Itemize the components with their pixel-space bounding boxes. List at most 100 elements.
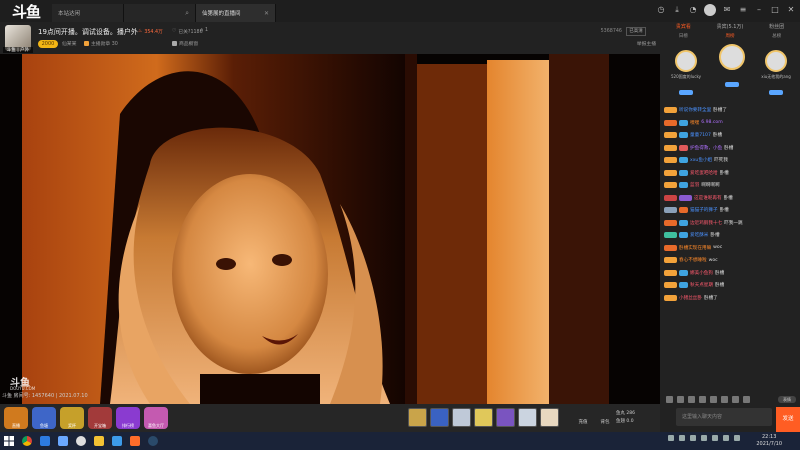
video-player[interactable]: 斗鱼 DOUYU.COM [0, 54, 660, 404]
tab-vip-count[interactable]: 贵宾(5.1万) [707, 22, 754, 32]
chat-username[interactable]: 蓝羽 [690, 182, 699, 188]
activity-item[interactable]: 鱼塘 [32, 407, 56, 429]
tab-daily[interactable]: 日榜 [660, 32, 707, 42]
chat-username[interactable]: 嘿嘿 [690, 120, 699, 126]
tray-icon[interactable] [679, 435, 685, 441]
quality-select[interactable]: 已高清 [626, 27, 646, 36]
avatar [719, 44, 745, 70]
chat-input[interactable]: 这里输入聊天内容 [676, 408, 772, 426]
chat-username[interactable]: xxu鱼小姐 [690, 157, 712, 163]
minimize-icon[interactable]: – [754, 5, 764, 15]
backpack-button[interactable]: 背包 [594, 408, 616, 428]
tab-weekly[interactable]: 周榜 [707, 32, 754, 42]
lock-icon[interactable] [688, 395, 695, 403]
noble-badge [664, 244, 677, 251]
streamer-name[interactable]: 仙某某 [62, 40, 76, 47]
chat-username[interactable]: 听说你要转全里 [679, 107, 711, 113]
chat-username[interactable]: 卧槽实现在用嘛 [679, 245, 711, 251]
send-button[interactable]: 发送 [776, 407, 800, 432]
chat-username[interactable]: 娜美小鱼狗 [690, 270, 713, 276]
tray-icon[interactable] [690, 435, 696, 441]
gift-item[interactable] [540, 408, 559, 427]
rank-third[interactable]: xiu无他我的ang [756, 50, 796, 99]
close-window-icon[interactable]: ✕ [786, 5, 796, 15]
app-logo[interactable]: 斗鱼 [0, 0, 52, 22]
noble-badge [664, 169, 677, 176]
recharge-button[interactable]: 充值 [572, 408, 594, 428]
share-icon[interactable] [732, 395, 739, 403]
gift-item[interactable] [496, 408, 515, 427]
clock-icon[interactable]: ◷ [656, 5, 666, 15]
message-icon[interactable]: ✉ [722, 5, 732, 15]
gift-item[interactable] [408, 408, 427, 427]
level-badge [769, 90, 783, 95]
chat-username[interactable]: 猫猫子的狮子 [690, 207, 718, 213]
trash-icon[interactable] [699, 395, 706, 403]
close-icon[interactable]: ✕ [264, 10, 269, 17]
settings-icon[interactable] [710, 395, 717, 403]
tab-vip-view[interactable]: 贵宾看 [660, 22, 707, 32]
taskbar-app[interactable] [90, 432, 108, 450]
chat-username[interactable]: 春心不想睡啦 [679, 257, 707, 263]
grid-icon[interactable] [743, 395, 750, 403]
taskbar-app[interactable] [54, 432, 72, 450]
chat-list[interactable]: 听说你要转全里 卧槽了 嘿嘿 6.98.com 童童7107 卧槽 护鱼得救，小鱼 卧槽… [660, 104, 800, 390]
activity-item[interactable]: 奖杯 [60, 407, 84, 429]
noble-badge [664, 282, 677, 289]
gift-item[interactable] [430, 408, 449, 427]
filter-icon[interactable] [721, 395, 728, 403]
chat-username[interactable]: 秋天点星期 [690, 282, 713, 288]
activity-item[interactable]: 喜鱼大厅 [144, 407, 168, 429]
taskbar-app-chrome[interactable] [18, 432, 36, 450]
gift-item[interactable] [474, 408, 493, 427]
chat-username[interactable]: 边近鸡鹅我十七 [690, 220, 722, 226]
fan-badge [679, 132, 688, 139]
bell-icon[interactable]: ◔ [688, 5, 698, 15]
gift-icon[interactable] [677, 395, 684, 403]
report-button[interactable]: 举报主播 [637, 40, 656, 47]
gift-item[interactable] [518, 408, 537, 427]
taskbar-app[interactable] [72, 432, 90, 450]
tab-home[interactable]: 本站达闲 [52, 4, 124, 22]
chat-username[interactable]: 护鱼得救，小鱼 [690, 145, 722, 151]
chat-username[interactable]: 童童7107 [690, 132, 711, 138]
gift-list [408, 408, 559, 427]
tab-search[interactable]: ⌕ [124, 4, 196, 22]
taskbar-app[interactable] [36, 432, 54, 450]
tray-icon[interactable] [712, 435, 718, 441]
taskbar-clock[interactable]: 22:13 2021/7/10 [756, 434, 782, 448]
activity-label: 鱼塘 [40, 423, 48, 428]
start-button[interactable] [0, 432, 18, 450]
taskbar-app-steam[interactable] [144, 432, 162, 450]
emoji-icon[interactable] [666, 395, 673, 403]
activity-item[interactable]: 直播 [4, 407, 28, 429]
activity-item[interactable]: 排行榜 [116, 407, 140, 429]
tray-icon[interactable] [701, 435, 707, 441]
shop-window[interactable]: 商品橱窗 [172, 40, 198, 47]
tray-icon[interactable] [668, 435, 674, 441]
chat-username[interactable]: 爱吃酥米 [690, 232, 708, 238]
menu-icon[interactable]: ≡ [738, 5, 748, 15]
tab-total[interactable]: 总榜 [753, 32, 800, 42]
user-avatar[interactable] [704, 4, 716, 16]
chat-username[interactable]: 这是谁呢再有 [694, 195, 722, 201]
activity-item[interactable]: 开宝箱 [88, 407, 112, 429]
search-icon[interactable]: ⌕ [185, 9, 189, 18]
fans-badge[interactable]: 主播勋章 30 [84, 40, 118, 47]
maximize-icon[interactable]: □ [770, 5, 780, 15]
rank-first[interactable] [714, 44, 750, 91]
taskbar-app[interactable] [126, 432, 144, 450]
chat-username[interactable]: 小猪丝丝卧 [679, 295, 702, 301]
watermark-sub: DOUYU.COM [10, 386, 36, 391]
network-icon[interactable] [723, 435, 729, 441]
tab-live-room[interactable]: 仙第展的直播间 ✕ [196, 4, 276, 22]
volume-icon[interactable] [734, 435, 740, 441]
download-icon[interactable]: ⤓ [672, 5, 682, 15]
chat-username[interactable]: 爱吃蛋吧哈哈 [690, 170, 718, 176]
rank-second[interactable]: 520国度的lucky [668, 50, 704, 99]
taskbar-app[interactable] [108, 432, 126, 450]
emoticon-pill[interactable]: 表情 [778, 396, 796, 403]
gift-item[interactable] [452, 408, 471, 427]
tab-fan-club[interactable]: 粉丝团 [753, 22, 800, 32]
recharge-label: 充值 [578, 420, 588, 425]
